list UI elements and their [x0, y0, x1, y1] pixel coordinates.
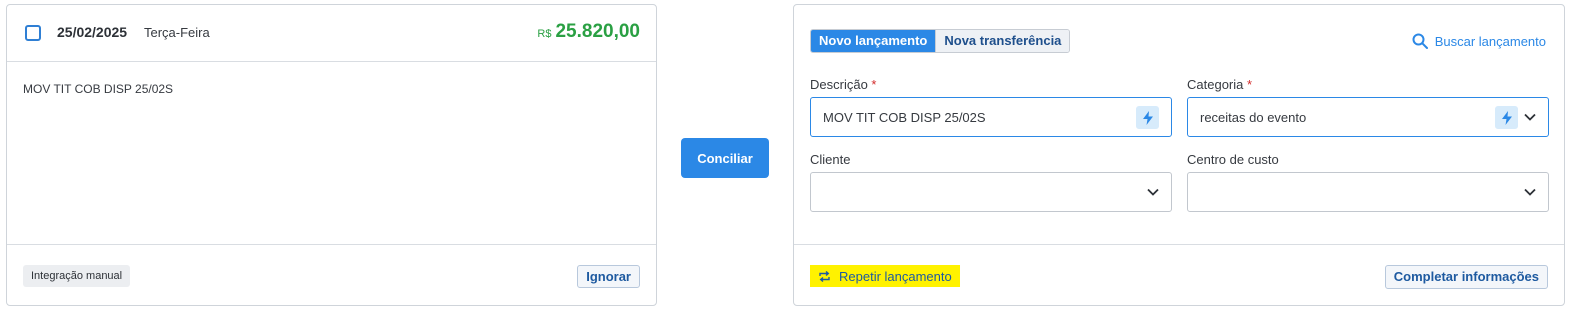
- statement-footer: Integração manual Ignorar: [7, 244, 656, 306]
- client-select[interactable]: [810, 172, 1172, 212]
- bolt-icon[interactable]: [1495, 106, 1518, 129]
- chevron-down-icon[interactable]: [1147, 186, 1159, 198]
- category-select[interactable]: receitas do evento: [1187, 97, 1549, 137]
- statement-weekday: Terça-Feira: [144, 25, 210, 40]
- description-label: Descrição *: [810, 77, 876, 92]
- chevron-down-icon[interactable]: [1524, 111, 1536, 123]
- statement-header: 25/02/2025 Terça-Feira R$ 25.820,00: [7, 5, 656, 62]
- source-tag: Integração manual: [23, 265, 131, 287]
- repeat-icon: [819, 270, 830, 282]
- description-label-text: Descrição: [810, 77, 868, 92]
- client-label: Cliente: [810, 152, 851, 167]
- entry-form-card: Novo lançamento Nova transferência Busca…: [793, 4, 1565, 306]
- search-entry-label: Buscar lançamento: [1434, 33, 1546, 49]
- statement-card: 25/02/2025 Terça-Feira R$ 25.820,00 MOV …: [6, 4, 657, 306]
- description-input[interactable]: MOV TIT COB DISP 25/02S: [810, 97, 1172, 137]
- entry-footer: Repetir lançamento Completar informações: [794, 244, 1564, 306]
- description-input-value: MOV TIT COB DISP 25/02S: [823, 110, 986, 125]
- statement-description: MOV TIT COB DISP 25/02S: [23, 82, 174, 96]
- chevron-down-icon[interactable]: [1524, 186, 1536, 198]
- bolt-icon[interactable]: [1136, 106, 1159, 129]
- currency-symbol: R$: [537, 28, 552, 40]
- tab-novo-lancamento[interactable]: Novo lançamento: [811, 30, 936, 52]
- required-mark: *: [871, 77, 877, 92]
- search-icon: [1412, 33, 1428, 49]
- repeat-entry-button[interactable]: Repetir lançamento: [810, 265, 960, 287]
- search-entry-link[interactable]: Buscar lançamento: [1412, 33, 1546, 49]
- statement-amount: R$ 25.820,00: [537, 21, 640, 43]
- statement-checkbox[interactable]: [25, 25, 41, 41]
- category-select-value: receitas do evento: [1200, 110, 1307, 125]
- cost-center-label: Centro de custo: [1187, 152, 1279, 167]
- cost-center-select[interactable]: [1187, 172, 1549, 212]
- category-label-text: Categoria: [1187, 77, 1244, 92]
- amount-value: 25.820,00: [555, 21, 640, 42]
- ignore-button[interactable]: Ignorar: [577, 265, 640, 288]
- conciliar-button[interactable]: Conciliar: [681, 138, 769, 178]
- required-mark: *: [1247, 77, 1253, 92]
- statement-date: 25/02/2025: [57, 24, 128, 40]
- tab-nova-transferencia[interactable]: Nova transferência: [935, 30, 1070, 52]
- entry-tabs: Novo lançamento Nova transferência: [810, 29, 1071, 53]
- complete-info-button[interactable]: Completar informações: [1384, 265, 1548, 289]
- category-label: Categoria *: [1187, 77, 1252, 92]
- repeat-entry-label: Repetir lançamento: [839, 268, 952, 284]
